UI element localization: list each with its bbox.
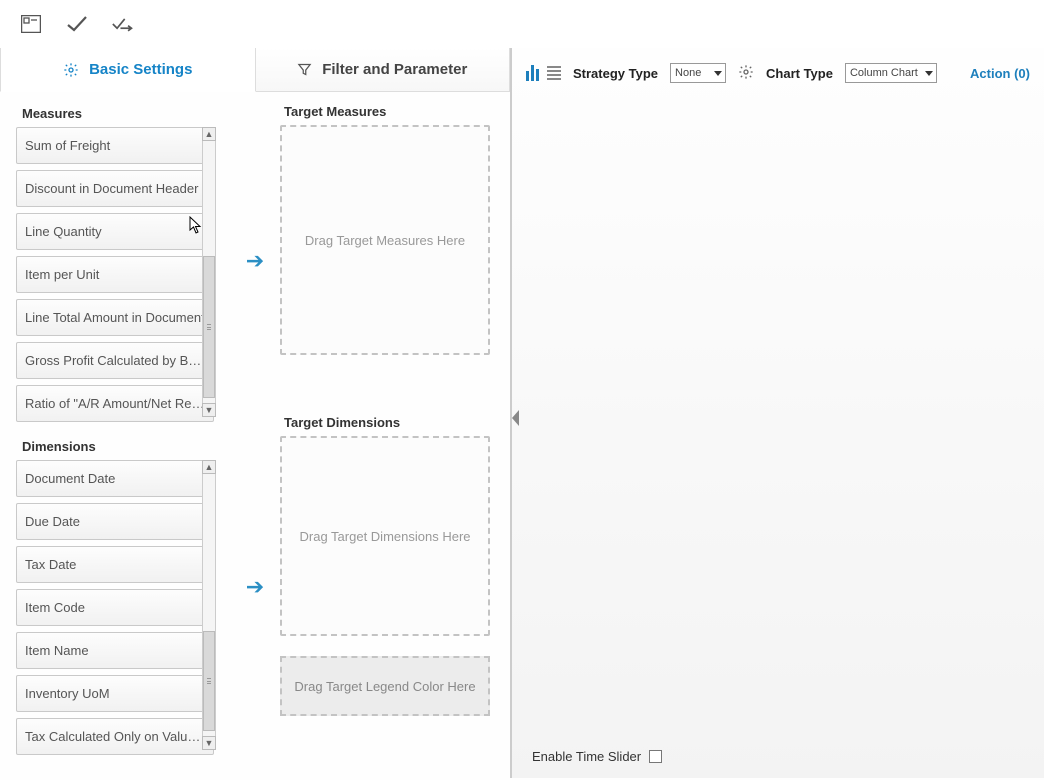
measure-item[interactable]: Line Quantity — [16, 213, 214, 250]
target-legend-dropzone[interactable]: Drag Target Legend Color Here — [280, 656, 490, 716]
dimension-item[interactable]: Document Date — [16, 460, 214, 497]
drop-placeholder: Drag Target Legend Color Here — [294, 679, 475, 694]
measure-item[interactable]: Discount in Document Header — [16, 170, 214, 207]
check-forward-icon[interactable] — [112, 13, 134, 35]
chart-type-label: Chart Type — [766, 66, 833, 81]
measures-header: Measures — [22, 106, 230, 121]
scroll-up-icon[interactable]: ▲ — [202, 127, 216, 141]
collapse-left-icon[interactable] — [510, 408, 522, 428]
chart-preview-panel: Strategy Type None Chart Type Column Cha… — [510, 48, 1044, 778]
measures-list: Sum of Freight Discount in Document Head… — [16, 127, 214, 422]
tab-filter-parameter[interactable]: Filter and Parameter — [256, 48, 511, 92]
drop-placeholder: Drag Target Measures Here — [305, 233, 465, 248]
strategy-type-value: None — [675, 67, 701, 79]
arrow-right-icon[interactable]: ➔ — [246, 248, 264, 274]
layout-icon[interactable] — [20, 13, 42, 35]
scroll-up-icon[interactable]: ▲ — [202, 460, 216, 474]
check-icon[interactable] — [66, 13, 88, 35]
top-toolbar — [0, 0, 1044, 48]
action-link[interactable]: Action (0) — [970, 66, 1030, 81]
dimensions-list-wrap: ▲ ▼ Document Date Due Date Tax Date Item… — [16, 460, 230, 750]
chart-type-select[interactable]: Column Chart — [845, 63, 937, 83]
view-toggle — [526, 65, 561, 81]
scroll-thumb[interactable] — [203, 256, 215, 397]
arrow-right-icon[interactable]: ➔ — [246, 574, 264, 600]
left-config-panel: Basic Settings Filter and Parameter Meas… — [0, 48, 510, 778]
target-measures-header: Target Measures — [284, 104, 490, 119]
time-slider-checkbox[interactable] — [649, 750, 662, 763]
measure-item[interactable]: Sum of Freight — [16, 127, 214, 164]
dimensions-header: Dimensions — [22, 439, 230, 454]
measure-item[interactable]: Gross Profit Calculated by Bas... — [16, 342, 214, 379]
dimensions-list: Document Date Due Date Tax Date Item Cod… — [16, 460, 214, 755]
gear-icon — [63, 62, 79, 78]
dimension-item[interactable]: Tax Date — [16, 546, 214, 583]
target-column: Target Measures Drag Target Measures Her… — [280, 98, 490, 778]
measure-item[interactable]: Line Total Amount in Document — [16, 299, 214, 336]
assign-arrows-column: ➔ ➔ — [230, 98, 280, 778]
strategy-type-label: Strategy Type — [573, 66, 658, 81]
drop-placeholder: Drag Target Dimensions Here — [300, 529, 471, 544]
measure-item[interactable]: Item per Unit — [16, 256, 214, 293]
field-source-column: Measures ▲ ▼ Sum of Freight Discount in … — [0, 98, 230, 778]
dimension-item[interactable]: Item Code — [16, 589, 214, 626]
dimension-item[interactable]: Item Name — [16, 632, 214, 669]
time-slider-toggle: Enable Time Slider — [532, 749, 662, 764]
scroll-track[interactable] — [202, 474, 216, 736]
dimension-item[interactable]: Tax Calculated Only on Value o... — [16, 718, 214, 755]
strategy-type-select[interactable]: None — [670, 63, 726, 83]
dimension-item[interactable]: Due Date — [16, 503, 214, 540]
list-view-icon[interactable] — [547, 66, 561, 80]
basic-settings-body: Measures ▲ ▼ Sum of Freight Discount in … — [0, 92, 510, 778]
chart-type-value: Column Chart — [850, 67, 918, 79]
strategy-settings-icon[interactable] — [738, 64, 754, 83]
tab-filter-label: Filter and Parameter — [322, 61, 467, 78]
target-dimensions-dropzone[interactable]: Drag Target Dimensions Here — [280, 436, 490, 636]
chart-topbar: Strategy Type None Chart Type Column Cha… — [526, 58, 1030, 88]
target-measures-dropzone[interactable]: Drag Target Measures Here — [280, 125, 490, 355]
time-slider-label: Enable Time Slider — [532, 749, 641, 764]
scroll-down-icon[interactable]: ▼ — [202, 736, 216, 750]
scroll-down-icon[interactable]: ▼ — [202, 403, 216, 417]
tab-row: Basic Settings Filter and Parameter — [0, 48, 510, 92]
dimension-item[interactable]: Inventory UoM — [16, 675, 214, 712]
funnel-icon — [297, 62, 312, 77]
target-dimensions-header: Target Dimensions — [284, 415, 490, 430]
measures-list-wrap: ▲ ▼ Sum of Freight Discount in Document … — [16, 127, 230, 417]
tab-basic-settings[interactable]: Basic Settings — [0, 48, 256, 92]
scroll-thumb[interactable] — [203, 631, 215, 731]
main-area: Basic Settings Filter and Parameter Meas… — [0, 48, 1044, 778]
tab-basic-label: Basic Settings — [89, 61, 192, 78]
scroll-track[interactable] — [202, 141, 216, 403]
chart-view-icon[interactable] — [526, 65, 539, 81]
measure-item[interactable]: Ratio of "A/R Amount/Net Reve... — [16, 385, 214, 422]
